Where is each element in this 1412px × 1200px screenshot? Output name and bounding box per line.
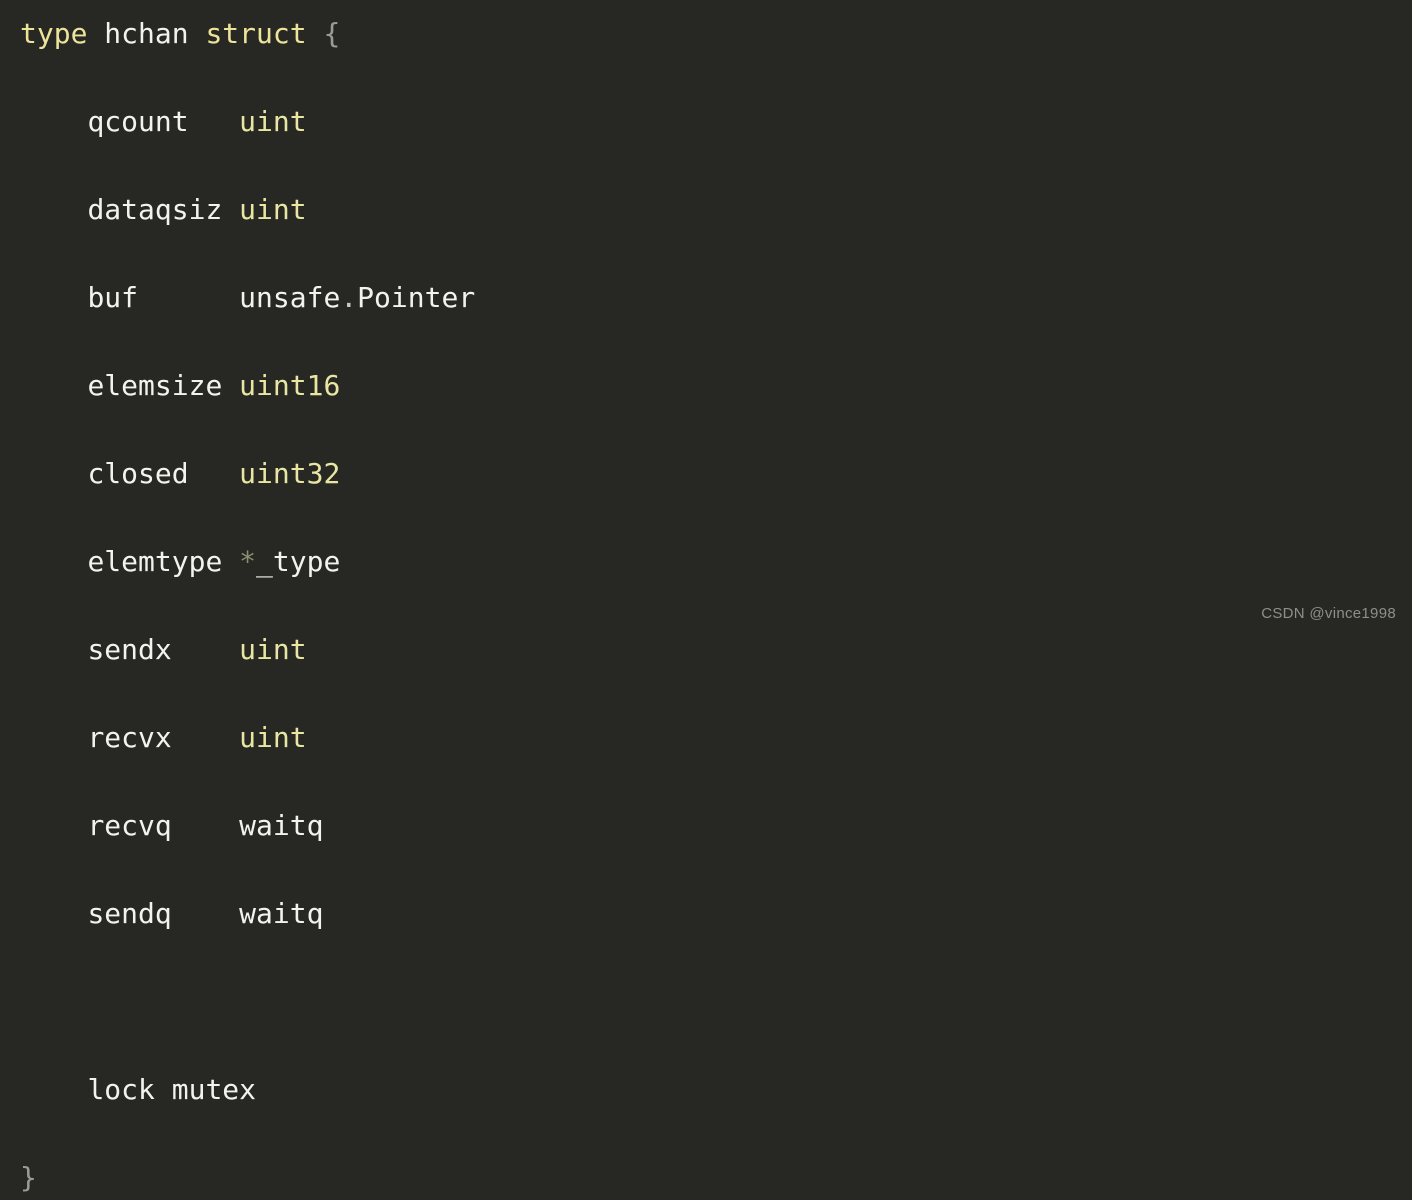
code-line: dataqsiz uint	[20, 188, 1412, 232]
code-token-plain: unsafe	[239, 281, 341, 314]
code-line: qcount uint	[20, 100, 1412, 144]
code-token-punct: }	[20, 1161, 37, 1194]
code-token-field: buf	[87, 281, 240, 314]
code-line: sendq waitq	[20, 892, 1412, 936]
code-token-type: uint	[239, 633, 307, 666]
code-line: closed uint32	[20, 452, 1412, 496]
code-token-type: uint16	[239, 369, 341, 402]
code-token-field: elemsize	[87, 369, 240, 402]
code-line: elemtype *_type	[20, 540, 1412, 584]
code-token-keyword: struct	[205, 17, 307, 50]
code-token-field: sendq	[87, 897, 240, 930]
code-line: }	[20, 1156, 1412, 1200]
code-line: recvq waitq	[20, 804, 1412, 848]
code-line: type hchan struct {	[20, 12, 1412, 56]
code-line: buf unsafe.Pointer	[20, 276, 1412, 320]
code-token-plain: Pointer	[357, 281, 476, 314]
code-line: sendx uint	[20, 628, 1412, 672]
code-token-type: uint	[239, 721, 307, 754]
code-token-field: recvx	[87, 721, 240, 754]
code-token-field: recvq	[87, 809, 240, 842]
code-token-type: uint	[239, 193, 307, 226]
code-block[interactable]: type hchan struct { qcount uint dataqsiz…	[20, 12, 1412, 1200]
code-token-plain: mutex	[171, 1073, 257, 1106]
code-token-type: uint32	[239, 457, 341, 490]
code-line: elemsize uint16	[20, 364, 1412, 408]
code-token-ident: hchan	[104, 17, 189, 50]
code-token-keyword: type	[20, 17, 88, 50]
code-token-dot: .	[340, 281, 358, 314]
code-line: lock mutex	[20, 1068, 1412, 1112]
code-token-plain: waitq	[239, 809, 324, 842]
code-token-punct: {	[323, 17, 341, 50]
code-token-field: dataqsiz	[87, 193, 240, 226]
code-token-field: elemtype	[87, 545, 240, 578]
code-token-plain: waitq	[239, 897, 324, 930]
code-token-type: uint	[239, 105, 307, 138]
code-token-field: sendx	[87, 633, 240, 666]
code-screenshot-surface: type hchan struct { qcount uint dataqsiz…	[0, 0, 1412, 1194]
csdn-watermark: CSDN @vince1998	[1261, 605, 1396, 622]
code-token-field: closed	[87, 457, 240, 490]
code-token-operator: *	[239, 545, 257, 578]
code-line: recvx uint	[20, 716, 1412, 760]
code-token-plain: _type	[256, 545, 341, 578]
code-token-field: qcount	[87, 105, 240, 138]
code-token-plain: lock	[87, 1073, 155, 1106]
